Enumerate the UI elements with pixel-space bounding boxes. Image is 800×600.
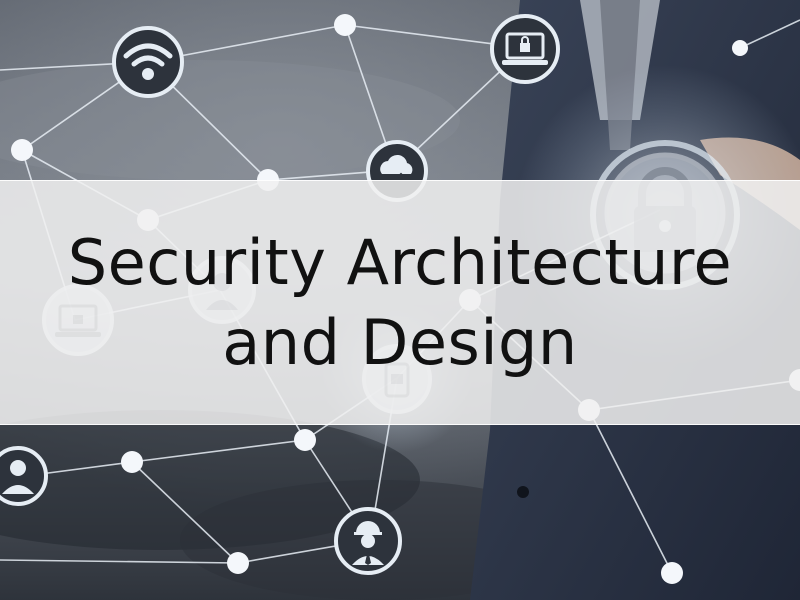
- worker-icon: [334, 507, 402, 575]
- title-line-2: and Design: [222, 305, 578, 379]
- title-banner: Security Architecture and Design: [0, 180, 800, 425]
- laptop-lock-icon: [490, 14, 560, 84]
- user-icon: [0, 446, 48, 506]
- title-line-1: Security Architecture: [67, 225, 733, 299]
- wifi-icon: [112, 26, 184, 98]
- hero-image: Security Architecture and Design: [0, 0, 800, 600]
